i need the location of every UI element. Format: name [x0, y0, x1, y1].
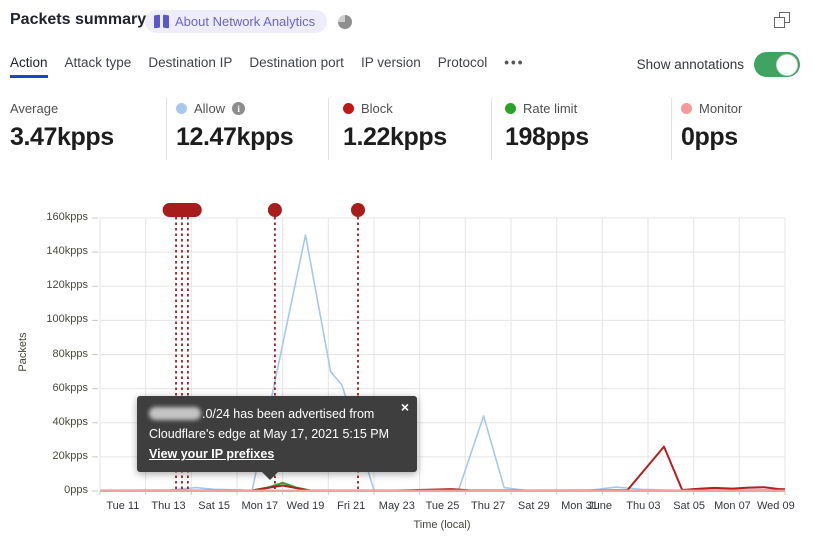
stat-monitor: Monitor 0pps [681, 100, 742, 152]
close-icon[interactable]: × [401, 399, 409, 416]
stat-label: Block [361, 101, 393, 116]
page-title: Packets summary [10, 11, 147, 28]
view-ip-prefixes-link[interactable]: View your IP prefixes [149, 447, 274, 461]
pie-icon[interactable] [338, 15, 352, 29]
stat-average: Average 3.47kpps [10, 100, 114, 152]
y-tick-label: 40kpps [52, 415, 88, 428]
tooltip-link-row: View your IP prefixes [149, 444, 391, 464]
tab-destination-ip[interactable]: Destination IP [148, 55, 232, 78]
stat-value: 198pps [505, 123, 589, 151]
tooltip-line1: .0/24 has been advertised from [149, 404, 391, 424]
annotation-tooltip: × .0/24 has been advertised from Cloudfl… [137, 396, 417, 480]
info-icon[interactable]: i [232, 102, 246, 115]
annotation-marker-pill[interactable] [162, 203, 202, 217]
x-tick-label: Wed 09 [757, 500, 795, 512]
tab-protocol[interactable]: Protocol [438, 55, 488, 78]
stat-value: 1.22kpps [343, 123, 447, 151]
toggle-knob [776, 53, 798, 76]
stat-divider [328, 98, 329, 160]
y-tick-label: 20kpps [52, 449, 88, 462]
stat-divider [166, 98, 167, 160]
stat-allow: Allow i 12.47kpps [176, 100, 294, 152]
annotation-marker-dot[interactable] [267, 203, 282, 217]
book-icon [154, 14, 169, 29]
annotations-toggle[interactable] [754, 52, 800, 77]
tab-ip-version[interactable]: IP version [361, 55, 421, 78]
tooltip-line2: Cloudflare's edge at May 17, 2021 5:15 P… [149, 427, 390, 441]
stat-divider [671, 98, 672, 160]
stat-value: 12.47kpps [176, 123, 294, 151]
dimension-tabs: Action Attack type Destination IP Destin… [10, 55, 524, 78]
stat-divider [491, 98, 492, 160]
redacted-ip-prefix [149, 407, 201, 420]
block-dot [343, 103, 354, 114]
y-tick-label: 0pps [64, 484, 88, 496]
tab-action[interactable]: Action [10, 55, 48, 78]
monitor-dot [681, 103, 692, 114]
y-tick-label: 120kpps [46, 279, 88, 292]
packets-summary-panel: Packets summary About Network Analytics … [0, 0, 816, 545]
show-annotations-control: Show annotations [637, 52, 800, 77]
badge-label: About Network Analytics [175, 14, 316, 29]
y-tick-label: 100kpps [46, 313, 88, 326]
stat-rate-limit: Rate limit 198pps [505, 100, 589, 152]
stat-value: 3.47kpps [10, 123, 114, 151]
x-axis-title: Time (local) [413, 519, 471, 531]
popout-window-icon[interactable] [774, 12, 790, 28]
stat-label: Allow [194, 101, 226, 116]
stat-block: Block 1.22kpps [343, 100, 447, 152]
tooltip-tail [261, 471, 279, 480]
about-network-analytics-badge[interactable]: About Network Analytics [145, 10, 328, 33]
show-annotations-label: Show annotations [636, 57, 744, 72]
tab-more-ellipsis-icon[interactable]: ••• [504, 55, 524, 78]
allow-dot [176, 103, 187, 114]
stat-value: 0pps [681, 123, 738, 151]
y-tick-label: 80kpps [52, 347, 88, 360]
y-tick-label: 140kpps [46, 245, 88, 258]
stat-label: Average [10, 101, 59, 116]
annotation-marker-dot[interactable] [351, 203, 366, 217]
stat-label: Rate limit [523, 101, 578, 116]
y-tick-label: 60kpps [52, 381, 88, 394]
y-tick-label: 160kpps [46, 211, 88, 223]
stat-label: Monitor [699, 101, 743, 116]
rate-limit-dot [505, 103, 516, 114]
y-axis-title: Packets [17, 332, 29, 372]
tab-attack-type[interactable]: Attack type [65, 55, 132, 78]
tab-destination-port[interactable]: Destination port [249, 55, 344, 78]
